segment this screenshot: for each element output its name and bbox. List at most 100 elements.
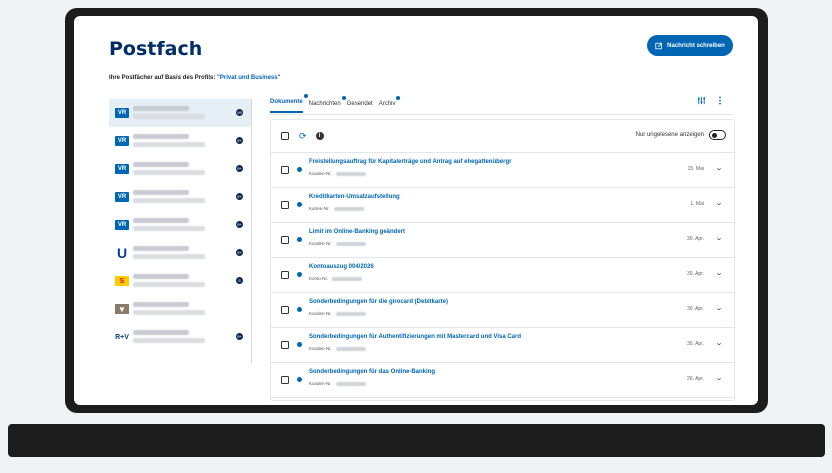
unread-count-badge: 9+ — [236, 333, 243, 340]
chevron-down-icon[interactable]: ⌄ — [715, 269, 723, 277]
message-row[interactable]: Sonderbedingungen für Authentifizierunge… — [271, 328, 734, 363]
more-vertical-icon[interactable] — [718, 96, 722, 105]
mailbox-item[interactable]: S5 — [109, 267, 251, 295]
message-row[interactable]: Kreditkarten-Umsatzaufstellung Karten-Nr.… — [271, 188, 734, 223]
select-all-checkbox[interactable] — [281, 132, 289, 140]
filter-sliders-icon[interactable] — [697, 96, 706, 105]
unread-dot — [297, 202, 302, 207]
app-screen: Postfach Nachricht schreiben Ihre Postfä… — [74, 16, 758, 405]
tab-label: Gesendet — [346, 101, 373, 107]
chevron-down-icon[interactable]: ⌄ — [715, 234, 723, 242]
unread-only-toggle[interactable] — [709, 130, 726, 140]
message-meta: Kunden-Nr. — [309, 346, 366, 351]
mailbox-tabs: Dokumente Nachrichten Gesendet Archiv — [270, 91, 401, 113]
message-subject[interactable]: Limit im Online-Banking geändert — [309, 229, 405, 235]
mailbox-item[interactable]: VR 99 — [109, 99, 251, 127]
message-checkbox[interactable] — [281, 306, 289, 314]
message-date: 30. Apr. — [687, 236, 704, 242]
rv-icon: R+V — [115, 333, 129, 341]
message-date: 30. Apr. — [687, 306, 704, 312]
message-row[interactable]: Kontoauszug 004/2026 Konto-Nr. 30. Apr. ⌄ — [271, 258, 734, 293]
meta-label: Kunden-Nr. — [309, 381, 332, 386]
redacted-account-name — [133, 162, 213, 176]
mailbox-item[interactable]: VR 9+ — [109, 211, 251, 239]
tab-gesendet[interactable]: Gesendet — [347, 101, 373, 113]
message-row[interactable]: Sonderbedingungen für das Online-Banking… — [271, 363, 734, 398]
unread-count-badge: 9+ — [236, 137, 243, 144]
subtitle-prefix: Ihre Postfächer auf Basis des Profils: — [109, 75, 216, 81]
profile-subtitle: Ihre Postfächer auf Basis des Profils: "… — [109, 75, 280, 81]
message-checkbox[interactable] — [281, 236, 289, 244]
redacted-number — [335, 381, 366, 386]
chevron-down-icon[interactable]: ⌄ — [715, 199, 723, 207]
unread-count-badge: 9+ — [236, 193, 243, 200]
unread-count-badge: 9+ — [236, 249, 243, 256]
vr-icon: VR — [115, 108, 129, 118]
message-date: 30. Apr. — [687, 271, 704, 277]
meta-label: Konto-Nr. — [309, 276, 329, 281]
unread-dot — [297, 272, 302, 277]
message-meta: Kunden-Nr. — [309, 171, 366, 176]
message-subject[interactable]: Sonderbedingungen für Authentifizierunge… — [309, 334, 521, 340]
redacted-number — [335, 346, 366, 351]
redacted-number — [335, 311, 366, 316]
mailbox-item[interactable]: VR 9+ — [109, 183, 251, 211]
message-subject[interactable]: Sonderbedingungen für das Online-Banking — [309, 369, 435, 375]
message-row[interactable]: Limit im Online-Banking geändert Kunden-N… — [271, 223, 734, 258]
tab-label: Archiv — [378, 101, 396, 107]
compose-message-button[interactable]: Nachricht schreiben — [647, 35, 733, 56]
new-indicator-dot — [396, 96, 401, 100]
message-row[interactable]: Sonderbedingungen für die girocard (Debi… — [271, 293, 734, 328]
message-checkbox[interactable] — [281, 201, 289, 209]
refresh-icon[interactable]: ⟳ — [299, 131, 307, 142]
message-checkbox[interactable] — [281, 341, 289, 349]
profile-name[interactable]: "Privat und Business" — [217, 75, 280, 81]
sidebar-divider — [251, 99, 252, 363]
vr-icon: VR — [115, 136, 129, 146]
redacted-number — [335, 241, 366, 246]
chevron-down-icon[interactable]: ⌄ — [715, 304, 723, 312]
message-meta: Konto-Nr. — [309, 276, 363, 281]
mailbox-item[interactable]: VR 9+ — [109, 127, 251, 155]
message-subject[interactable]: Kontoauszug 004/2026 — [309, 264, 374, 270]
redacted-number — [335, 171, 366, 176]
message-date: 30. Apr. — [687, 341, 704, 347]
mailbox-item[interactable]: ▼ — [109, 295, 251, 323]
message-date: 26. Apr. — [687, 376, 704, 382]
message-checkbox[interactable] — [281, 271, 289, 279]
meta-label: Kunden-Nr. — [309, 241, 332, 246]
new-indicator-dot — [341, 96, 346, 100]
chevron-down-icon[interactable]: ⌄ — [715, 164, 723, 172]
redacted-account-name — [133, 190, 213, 204]
mailbox-item[interactable]: U 9+ — [109, 239, 251, 267]
unread-only-label: Nur ungelesene anzeigen — [635, 132, 704, 138]
tab-archiv[interactable]: Archiv — [378, 96, 401, 113]
mailbox-item[interactable]: R+V 9+ — [109, 323, 251, 351]
message-date: 15. Mai — [687, 166, 704, 172]
message-date: 1. Mai — [690, 201, 704, 207]
chevron-down-icon[interactable]: ⌄ — [715, 339, 723, 347]
message-row[interactable]: Freistellungsauftrag für Kapitalerträge … — [271, 153, 734, 188]
message-checkbox[interactable] — [281, 376, 289, 384]
tab-label: Nachrichten — [308, 101, 341, 107]
chevron-down-icon[interactable]: ⌄ — [715, 374, 723, 382]
meta-label: Kunden-Nr. — [309, 311, 332, 316]
message-meta: Kunden-Nr. — [309, 381, 366, 386]
redacted-account-name — [133, 274, 213, 288]
message-checkbox[interactable] — [281, 166, 289, 174]
laptop-base — [8, 424, 825, 457]
unread-count-badge: 99 — [236, 109, 243, 116]
sparkasse-icon: S — [115, 276, 129, 286]
message-subject[interactable]: Sonderbedingungen für die girocard (Debi… — [309, 299, 448, 305]
message-subject[interactable]: Kreditkarten-Umsatzaufstellung — [309, 194, 400, 200]
unread-dot — [297, 237, 302, 242]
tab-dokumente[interactable]: Dokumente — [270, 94, 308, 113]
info-icon[interactable]: i — [315, 132, 324, 140]
message-meta: Kunden-Nr. — [309, 311, 366, 316]
redacted-account-name — [133, 218, 213, 232]
mailbox-item[interactable]: VR 9+ — [109, 155, 251, 183]
tab-nachrichten[interactable]: Nachrichten — [308, 96, 346, 113]
message-meta: Karten-Nr. — [309, 206, 364, 211]
message-subject[interactable]: Freistellungsauftrag für Kapitalerträge … — [309, 159, 511, 165]
u-icon: U — [116, 245, 128, 261]
